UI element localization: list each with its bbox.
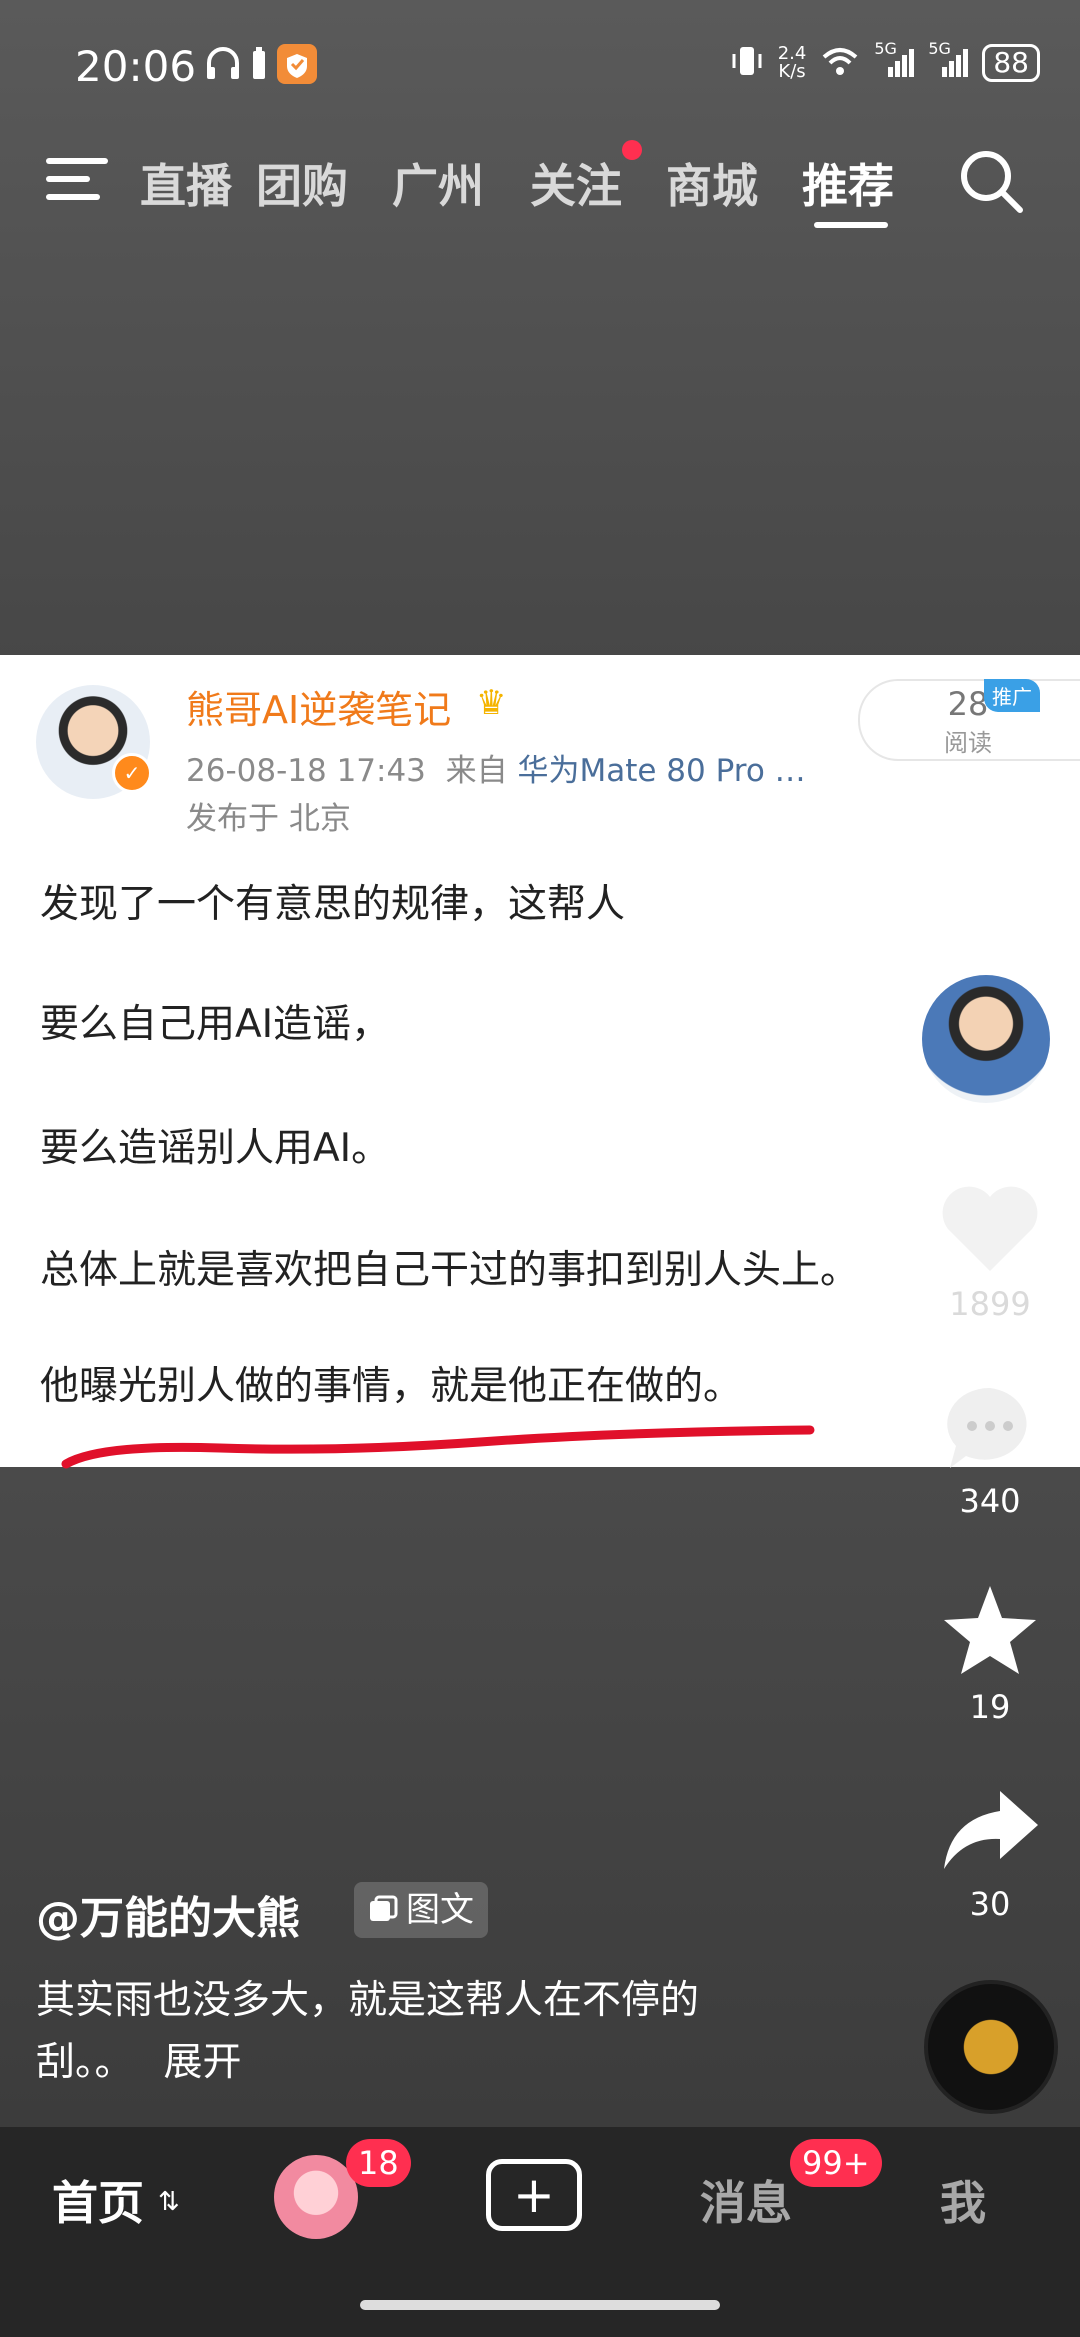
battery-small-icon — [251, 47, 267, 85]
friends-badge: 18 — [346, 2139, 411, 2187]
like-button[interactable]: 1899 — [930, 1185, 1050, 1323]
home-indicator — [360, 2300, 720, 2310]
image-post-icon — [370, 1895, 398, 1921]
tab-group-buy[interactable]: 团购 — [256, 150, 348, 216]
post-line: 总体上就是喜欢把自己干过的事扣到别人头上。 — [40, 1248, 860, 1293]
wifi-icon — [820, 45, 860, 81]
post-caption[interactable]: 其实雨也没多大，就是这帮人在不停的 刮。。 展开 — [36, 1970, 836, 2094]
battery-indicator: 88 — [982, 44, 1040, 82]
signal-2-icon: 5G — [928, 39, 969, 81]
post-location: 发布于 北京 — [186, 801, 351, 837]
search-icon[interactable] — [958, 148, 1024, 218]
comment-count: 340 — [959, 1482, 1021, 1520]
create-post-button[interactable]: + — [486, 2159, 582, 2231]
post-line: 要么造谣别人用AI。 — [40, 1126, 391, 1171]
favorite-button[interactable]: 19 — [930, 1582, 1050, 1726]
heart-icon — [942, 1186, 1038, 1271]
post-type-tag: 图文 — [354, 1882, 488, 1938]
swap-arrows-icon: ⇅ — [158, 2187, 180, 2217]
vibrate-icon — [730, 44, 764, 82]
network-speed: 2.4 K/s — [777, 43, 807, 82]
creator-avatar[interactable] — [922, 975, 1050, 1103]
app-notification-icon — [277, 44, 317, 88]
share-icon — [944, 1791, 1038, 1869]
signal-1-icon: 5G — [874, 39, 915, 81]
red-underline-mark — [61, 1425, 815, 1469]
favorite-count: 19 — [969, 1688, 1011, 1726]
star-icon — [944, 1586, 1036, 1674]
read-count-box: 28 阅读 推广 — [858, 679, 1080, 761]
crown-icon: ♛ — [476, 683, 507, 723]
tab-home[interactable]: 首页 — [52, 2167, 144, 2233]
tab-following[interactable]: 关注 — [530, 150, 622, 216]
tab-me[interactable]: 我 — [940, 2167, 986, 2233]
post-line: 发现了一个有意思的规律，这帮人 — [40, 882, 626, 927]
verified-badge: ✓ — [112, 753, 152, 793]
status-bar: 20:06 2.4 K/s 5G 5G 88 — [0, 0, 1080, 130]
status-time: 20:06 — [75, 42, 197, 91]
post-line: 他曝光别人做的事情，就是他正在做的。 — [40, 1364, 743, 1409]
promo-tag: 推广 — [984, 679, 1040, 712]
comment-icon — [947, 1387, 1027, 1468]
menu-icon[interactable] — [46, 154, 108, 208]
expand-link[interactable]: 展开 — [164, 2040, 242, 2085]
tab-messages[interactable]: 消息 — [700, 2167, 792, 2233]
post-meta: 26-08-18 17:43 来自 华为Mate 80 Pro … — [186, 753, 806, 789]
poster-username[interactable]: @万能的大熊 — [36, 1882, 300, 1946]
like-count: 1899 — [949, 1285, 1031, 1323]
headphones-icon — [205, 47, 241, 85]
active-tab-underline — [814, 222, 888, 228]
tab-live[interactable]: 直播 — [140, 150, 232, 216]
friends-avatar[interactable] — [274, 2155, 358, 2239]
post-line: 要么自己用AI造谣， — [40, 1002, 391, 1047]
tab-mall[interactable]: 商城 — [666, 150, 758, 216]
following-unread-dot — [622, 140, 642, 160]
post-card: ✓ 熊哥AI逆袭笔记 ♛ 26-08-18 17:43 来自 华为Mate 80… — [0, 655, 1080, 1467]
top-navigation: 直播 团购 广州 关注 商城 推荐 — [0, 140, 1080, 250]
tab-guangzhou[interactable]: 广州 — [392, 150, 484, 216]
share-button[interactable]: 30 — [930, 1785, 1050, 1923]
share-count: 30 — [969, 1885, 1011, 1923]
messages-badge: 99+ — [790, 2139, 882, 2187]
music-disc[interactable] — [924, 1980, 1058, 2114]
comment-button[interactable]: 340 — [930, 1382, 1050, 1520]
author-name[interactable]: 熊哥AI逆袭笔记 — [186, 679, 451, 734]
tab-recommend[interactable]: 推荐 — [802, 150, 894, 216]
